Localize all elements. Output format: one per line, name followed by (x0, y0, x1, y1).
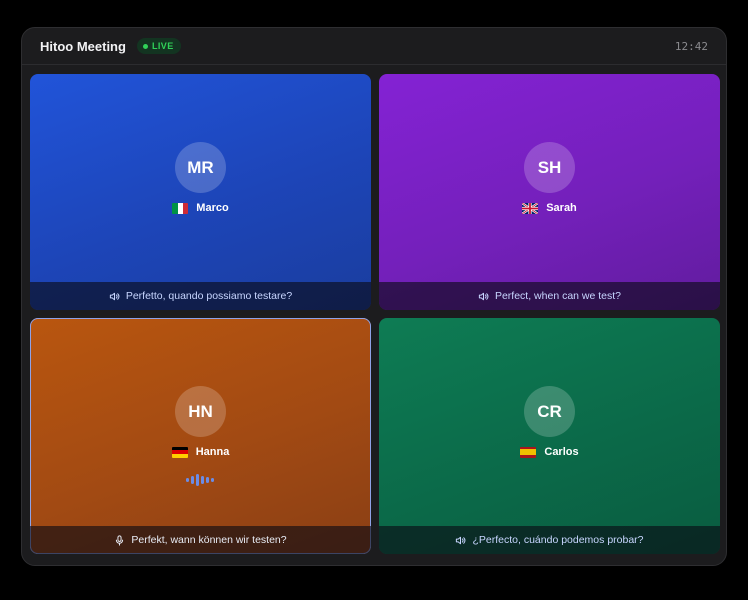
meeting-header: Hitoo Meeting LIVE 12:42 (22, 28, 726, 65)
live-badge: LIVE (137, 38, 181, 54)
participant-name: Marco (196, 202, 229, 214)
voice-activity-icon (186, 474, 214, 486)
app-title: Hitoo Meeting (40, 39, 126, 54)
caption-bar: ¿Perfecto, cuándo podemos probar? (379, 526, 720, 554)
avatar: SH (524, 142, 575, 193)
speaker-icon (456, 536, 466, 544)
caption-bar: Perfetto, quando possiamo testare? (30, 282, 371, 310)
caption-text: Perfekt, wann können wir testen? (131, 534, 287, 546)
speaker-icon (109, 292, 120, 300)
participant-tile-hanna[interactable]: HN Hanna Perfekt, wann können wir testen… (30, 318, 371, 554)
caption-bar: Perfect, when can we test? (379, 282, 720, 310)
meeting-window: Hitoo Meeting LIVE 12:42 MR Marco Perfet… (21, 27, 727, 566)
participant-tile-carlos[interactable]: CR Carlos ¿Perfecto, cuándo podemos prob… (379, 318, 720, 554)
participant-name: Carlos (544, 446, 579, 458)
live-dot-icon (143, 43, 148, 49)
meeting-clock: 12:42 (674, 40, 708, 53)
avatar: MR (175, 142, 226, 193)
caption-text: Perfect, when can we test? (494, 290, 622, 302)
participant-name: Sarah (546, 202, 577, 214)
speaker-icon (478, 292, 489, 300)
caption-text: ¿Perfecto, cuándo podemos probar? (472, 534, 644, 546)
live-label: LIVE (152, 41, 174, 51)
avatar: CR (524, 386, 575, 437)
participant-name-row: Marco (30, 202, 371, 214)
participant-name-row: Carlos (379, 446, 720, 458)
spain-flag-icon (520, 446, 537, 458)
participant-name-row: Hanna (30, 446, 371, 458)
caption-text: Perfetto, quando possiamo testare? (125, 290, 293, 302)
uk-flag-icon (522, 202, 539, 214)
participant-name-row: Sarah (379, 202, 720, 214)
participant-tile-sarah[interactable]: SH Sarah Perfect, when can we test? (379, 74, 720, 310)
italy-flag-icon (172, 202, 189, 214)
participant-tile-marco[interactable]: MR Marco Perfetto, quando possiamo testa… (30, 74, 371, 310)
germany-flag-icon (171, 446, 188, 458)
microphone-icon (116, 534, 124, 546)
caption-bar: Perfekt, wann können wir testen? (30, 526, 371, 554)
avatar: HN (175, 386, 226, 437)
participant-name: Hanna (195, 446, 230, 458)
